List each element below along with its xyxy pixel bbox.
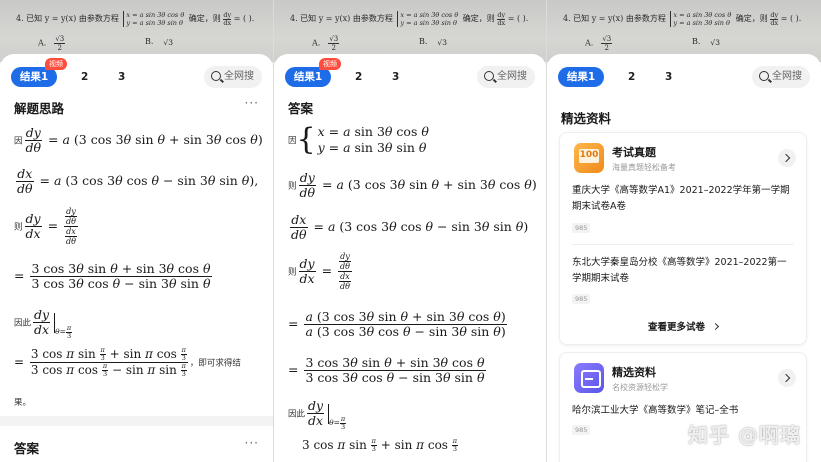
math-line-2: 则 dy dθ = a (3 cos 3θ sin θ + sin 3θ cos θ… [288, 170, 537, 200]
video-badge: 视频 [45, 58, 67, 70]
exam-papers-subtitle: 海量真题轻松备考 [612, 163, 676, 172]
conclusion-text: 果。 [14, 398, 32, 408]
materials-subtitle: 名校资源轻松学 [612, 383, 668, 392]
more-options-icon[interactable]: ··· [245, 436, 259, 450]
result-tabs: 结果1 2 3 全网搜 [558, 66, 810, 88]
answer-title: 答案 [14, 441, 40, 456]
tab-result-1[interactable]: 结果1 [558, 67, 604, 87]
panel-answer: 4. 已知 y = y(x) 由参数方程 x = a sin 3θ cos θy… [274, 0, 546, 462]
result-card: 结果1 2 3 全网搜 精选资料 100 考试真题 海量真题轻松备考 重庆大学《… [547, 54, 821, 462]
chevron-right-icon[interactable] [778, 149, 796, 167]
more-options-icon[interactable]: ··· [245, 96, 259, 110]
tab-result-3[interactable]: 3 [118, 67, 125, 87]
chevron-right-icon[interactable] [778, 369, 796, 387]
question-text: 4. 已知 y = y(x) 由参数方程 x = a sin 3θ cos θy… [16, 10, 255, 27]
tab-result-2[interactable]: 2 [81, 67, 88, 87]
question-photo: 4. 已知 y = y(x) 由参数方程 x = a sin 3θ cos θy… [274, 0, 546, 62]
option-a: A. √3 2 [312, 35, 340, 52]
result-card: 结果1 视频 2 3 全网搜 答案 因{x = a sin 3θ cos θy … [274, 54, 546, 462]
math-line-6: = 3 cos π sin π3 + sin π cos π33 cos π c… [14, 346, 241, 378]
math-line-5: 因此 dy dx θ= π 3 [14, 307, 73, 340]
tab-result-3[interactable]: 3 [665, 67, 672, 87]
panel-solution-idea: 4. 已知 y = y(x) 由参数方程 x = a sin 3θ cos θy… [0, 0, 273, 462]
option-b: B. √3 [145, 37, 173, 47]
section-title: 精选资料 [561, 111, 612, 126]
question-photo: 4. 已知 y = y(x) 由参数方程 x = a sin 3θ cos θy… [547, 0, 821, 62]
section-divider [0, 416, 273, 426]
math-line-1: 因 dy dθ = a (3 cos 3θ sin θ + sin 3θ cos θ… [14, 125, 263, 155]
tab-result-1[interactable]: 结果1 [285, 67, 331, 87]
question-text: 4. 已知 y = y(x) 由参数方程 x = a sin 3θ cos θy… [290, 10, 529, 27]
math-line-3: 则 dy dx = dy dθ dx dθ [14, 207, 78, 246]
option-a: A. √3 2 [38, 35, 66, 52]
section-title: 解题思路 [14, 101, 65, 116]
web-search-button[interactable]: 全网搜 [204, 66, 262, 88]
web-search-button[interactable]: 全网搜 [752, 66, 810, 88]
divider [572, 244, 794, 245]
zhihu-watermark: 知乎 @啊璃 [688, 423, 801, 447]
doc-tag-985: 985 [572, 425, 591, 435]
doc-tag-985: 985 [572, 294, 591, 304]
result-tabs: 结果1 视频 2 3 全网搜 [11, 58, 262, 88]
tab-result-3[interactable]: 3 [392, 67, 399, 87]
math-line-4: = 3 cos 3θ sin θ + sin 3θ cos θ3 cos 3θ … [14, 261, 212, 291]
tab-result-2[interactable]: 2 [355, 67, 362, 87]
question-photo: 4. 已知 y = y(x) 由参数方程 x = a sin 3θ cos θy… [0, 0, 273, 62]
tab-result-2[interactable]: 2 [628, 67, 635, 87]
option-b: B. √3 [692, 37, 720, 47]
math-line-8: 3 cos π sin π3 + sin π cos π3 [302, 437, 459, 453]
doc-item-title[interactable]: 东北大学秦皇岛分校《高等数学》2021–2022第一学期期末试卷 [572, 255, 794, 287]
math-line-6: = 3 cos 3θ sin θ + sin 3θ cos θ3 cos 3θ … [288, 355, 486, 385]
doc-item-title[interactable]: 重庆大学《高等数学A1》2021–2022学年第一学期期末试卷A卷 [572, 183, 794, 215]
materials-box-icon [574, 363, 604, 393]
result-card: 结果1 视频 2 3 全网搜 解题思路 ··· 因 dy dθ = a (3 cos… [0, 54, 273, 462]
doc-tag-985: 985 [572, 223, 591, 233]
option-b: B. √3 [419, 37, 447, 47]
math-line-4: 则 dy dx = dy dθ dx dθ [288, 252, 352, 291]
math-line-2: dx dθ = a (3 cos 3θ cos θ − sin 3θ sin θ)… [16, 166, 259, 196]
materials-title: 精选资料 [612, 366, 656, 379]
exam-papers-card: 100 考试真题 海量真题轻松备考 重庆大学《高等数学A1》2021–2022学… [559, 132, 807, 345]
math-line-1: 因{x = a sin 3θ cos θy = a sin 3θ sin θ [288, 122, 429, 157]
video-badge: 视频 [319, 58, 341, 70]
tab-result-1[interactable]: 结果1 [11, 67, 57, 87]
math-line-7: 因此 dy dx θ= π 3 [288, 398, 347, 431]
exam-papers-title: 考试真题 [612, 146, 656, 159]
question-text: 4. 已知 y = y(x) 由参数方程 x = a sin 3θ cos θy… [563, 10, 802, 27]
result-tabs: 结果1 视频 2 3 全网搜 [285, 58, 535, 88]
panel-materials: 4. 已知 y = y(x) 由参数方程 x = a sin 3θ cos θy… [547, 0, 821, 462]
option-a: A. √3 2 [585, 35, 613, 52]
view-more-papers-button[interactable]: 查看更多试卷 [560, 319, 806, 333]
exam-100-icon: 100 [574, 143, 604, 173]
math-line-3: dx dθ = a (3 cos 3θ cos θ − sin 3θ sin θ) [290, 212, 529, 242]
chevron-right-icon [711, 322, 720, 331]
search-icon [759, 71, 769, 81]
search-icon [211, 71, 221, 81]
math-line-5: = a (3 cos 3θ sin θ + sin 3θ cos θ) a (3 … [288, 309, 507, 339]
section-title: 答案 [288, 101, 314, 116]
doc-item-title[interactable]: 哈尔滨工业大学《高等数学》笔记–全书 [572, 403, 794, 419]
search-icon [484, 71, 494, 81]
web-search-button[interactable]: 全网搜 [477, 66, 535, 88]
